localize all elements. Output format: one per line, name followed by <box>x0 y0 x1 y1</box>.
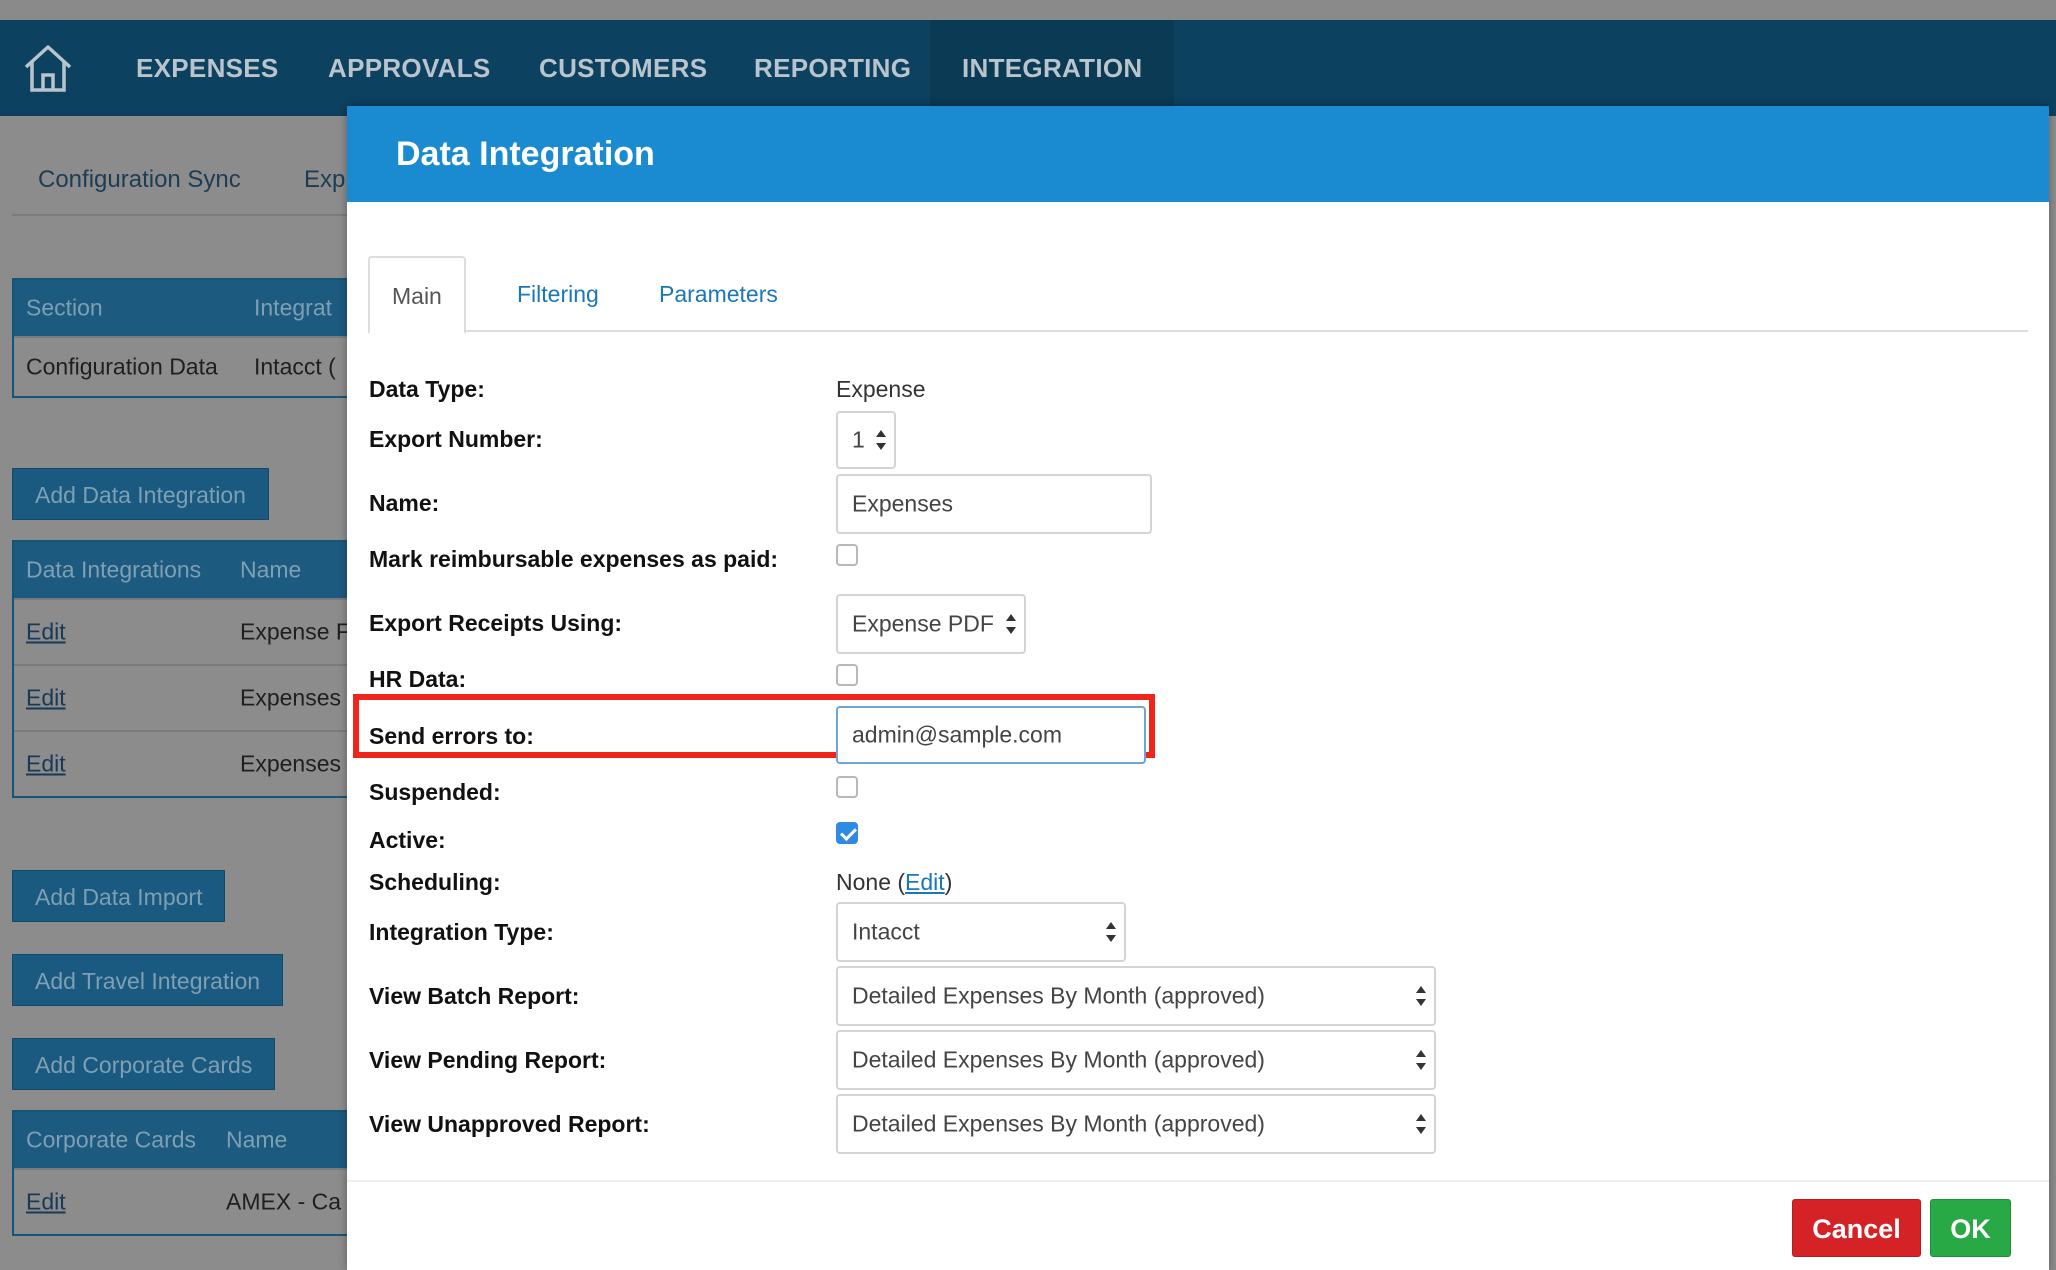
scheduling-value: None (Edit) <box>836 869 952 896</box>
export-number-value: 1 <box>852 426 865 453</box>
send-errors-label: Send errors to: <box>369 723 534 749</box>
cancel-button[interactable]: Cancel <box>1792 1199 1921 1257</box>
active-checkbox[interactable] <box>836 822 858 844</box>
scheduling-label: Scheduling: <box>369 869 501 895</box>
select-arrows-icon <box>1416 985 1426 1007</box>
main-navbar: EXPENSES APPROVALS CUSTOMERS REPORTING I… <box>0 20 2056 116</box>
nav-expenses[interactable]: EXPENSES <box>136 20 279 116</box>
pending-report-select[interactable]: Detailed Expenses By Month (approved) <box>836 1030 1436 1090</box>
modal-tabs: Main Filtering Parameters <box>368 256 2028 334</box>
edit-link[interactable]: Edit <box>26 1189 66 1216</box>
sections-table: Section Integrat Configuration Data Inta… <box>12 278 352 398</box>
send-errors-value: admin@sample.com <box>852 721 1062 748</box>
unapproved-report-label: View Unapproved Report: <box>369 1111 650 1137</box>
pending-report-value: Detailed Expenses By Month (approved) <box>852 1046 1265 1073</box>
cell-name: Expenses <box>240 684 342 711</box>
header-name: Name <box>240 556 302 583</box>
hr-data-checkbox[interactable] <box>836 664 858 686</box>
table-header: Section Integrat <box>14 280 350 336</box>
mark-paid-label: Mark reimbursable expenses as paid: <box>369 546 779 572</box>
home-icon[interactable] <box>20 40 76 96</box>
subnav-configuration-sync[interactable]: Configuration Sync <box>38 166 241 194</box>
table-row: Edit Expenses <box>14 730 350 796</box>
select-arrows-icon <box>1006 613 1016 635</box>
add-travel-integration-button[interactable]: Add Travel Integration <box>12 954 284 1006</box>
scheduling-close-paren: ) <box>944 869 953 895</box>
spinner-arrows-icon[interactable] <box>876 429 886 451</box>
table-row: Edit AMEX - Ca <box>14 1168 350 1234</box>
edit-link[interactable]: Edit <box>26 751 66 778</box>
export-receipts-select[interactable]: Expense PDF <box>836 594 1026 654</box>
data-type-value: Expense <box>836 376 926 402</box>
top-strip <box>0 0 2056 20</box>
export-receipts-value: Expense PDF <box>852 610 994 637</box>
suspended-label: Suspended: <box>369 779 501 805</box>
nav-customers[interactable]: CUSTOMERS <box>539 20 707 116</box>
scheduling-edit-link[interactable]: Edit <box>905 869 945 895</box>
scheduling-text: None <box>836 869 891 895</box>
name-label: Name: <box>369 490 440 516</box>
header-integration: Integrat <box>254 294 332 321</box>
header-name: Name <box>226 1126 288 1153</box>
cell-name: AMEX - Ca <box>226 1188 342 1215</box>
integration-type-value: Intacct <box>852 918 920 945</box>
cell-integration: Intacct ( <box>254 353 336 380</box>
subnav-exp[interactable]: Exp <box>304 166 345 194</box>
send-errors-input[interactable]: admin@sample.com <box>836 706 1146 764</box>
suspended-checkbox[interactable] <box>836 776 858 798</box>
cell-section: Configuration Data <box>26 353 218 380</box>
table-row: Edit Expense F <box>14 598 350 664</box>
data-type-label: Data Type: <box>369 376 485 402</box>
modal-title: Data Integration <box>396 135 655 173</box>
subnav-divider <box>12 214 352 216</box>
ok-button[interactable]: OK <box>1930 1199 2011 1257</box>
corporate-cards-table: Corporate Cards Name Edit AMEX - Ca <box>12 1110 352 1236</box>
batch-report-select[interactable]: Detailed Expenses By Month (approved) <box>836 966 1436 1026</box>
table-row: Configuration Data Intacct ( <box>14 336 350 396</box>
export-receipts-label: Export Receipts Using: <box>369 610 623 636</box>
batch-report-label: View Batch Report: <box>369 983 580 1009</box>
export-number-stepper[interactable]: 1 <box>836 411 896 469</box>
unapproved-report-value: Detailed Expenses By Month (approved) <box>852 1110 1265 1137</box>
nav-integration[interactable]: INTEGRATION <box>930 20 1175 116</box>
hr-data-label: HR Data: <box>369 666 467 692</box>
batch-report-value: Detailed Expenses By Month (approved) <box>852 982 1265 1009</box>
scheduling-open-paren: ( <box>897 869 906 895</box>
table-row: Edit Expenses <box>14 664 350 730</box>
modal-header: Data Integration <box>347 106 2049 202</box>
tab-main[interactable]: Main <box>368 256 466 334</box>
unapproved-report-select[interactable]: Detailed Expenses By Month (approved) <box>836 1094 1436 1154</box>
data-integration-modal: Data Integration Main Filtering Paramete… <box>347 106 2049 1270</box>
pending-report-label: View Pending Report: <box>369 1047 607 1073</box>
nav-approvals[interactable]: APPROVALS <box>328 20 491 116</box>
name-input[interactable]: Expenses <box>836 474 1152 534</box>
select-arrows-icon <box>1106 921 1116 943</box>
add-corporate-cards-button[interactable]: Add Corporate Cards <box>12 1038 276 1090</box>
name-input-value: Expenses <box>852 490 954 517</box>
integration-type-label: Integration Type: <box>369 919 554 945</box>
select-arrows-icon <box>1416 1049 1426 1071</box>
integrations-table: Data Integrations Name Edit Expense F Ed… <box>12 540 352 798</box>
table-header: Corporate Cards Name <box>14 1112 350 1168</box>
nav-reporting[interactable]: REPORTING <box>754 20 911 116</box>
cell-name: Expense F <box>240 618 350 645</box>
edit-link[interactable]: Edit <box>26 619 66 646</box>
add-data-import-button[interactable]: Add Data Import <box>12 870 226 922</box>
header-data-integrations: Data Integrations <box>26 556 202 583</box>
export-number-label: Export Number: <box>369 426 543 452</box>
header-corporate-cards: Corporate Cards <box>26 1126 197 1153</box>
tab-parameters[interactable]: Parameters <box>637 256 800 332</box>
integration-type-select[interactable]: Intacct <box>836 902 1126 962</box>
table-header: Data Integrations Name <box>14 542 350 598</box>
modal-footer-divider <box>347 1180 2049 1182</box>
active-label: Active: <box>369 827 446 853</box>
header-section: Section <box>26 294 103 321</box>
add-data-integration-button[interactable]: Add Data Integration <box>12 468 269 520</box>
cell-name: Expenses <box>240 750 342 777</box>
select-arrows-icon <box>1416 1113 1426 1135</box>
tab-filtering[interactable]: Filtering <box>495 256 621 332</box>
mark-paid-checkbox[interactable] <box>836 544 858 566</box>
edit-link[interactable]: Edit <box>26 685 66 712</box>
